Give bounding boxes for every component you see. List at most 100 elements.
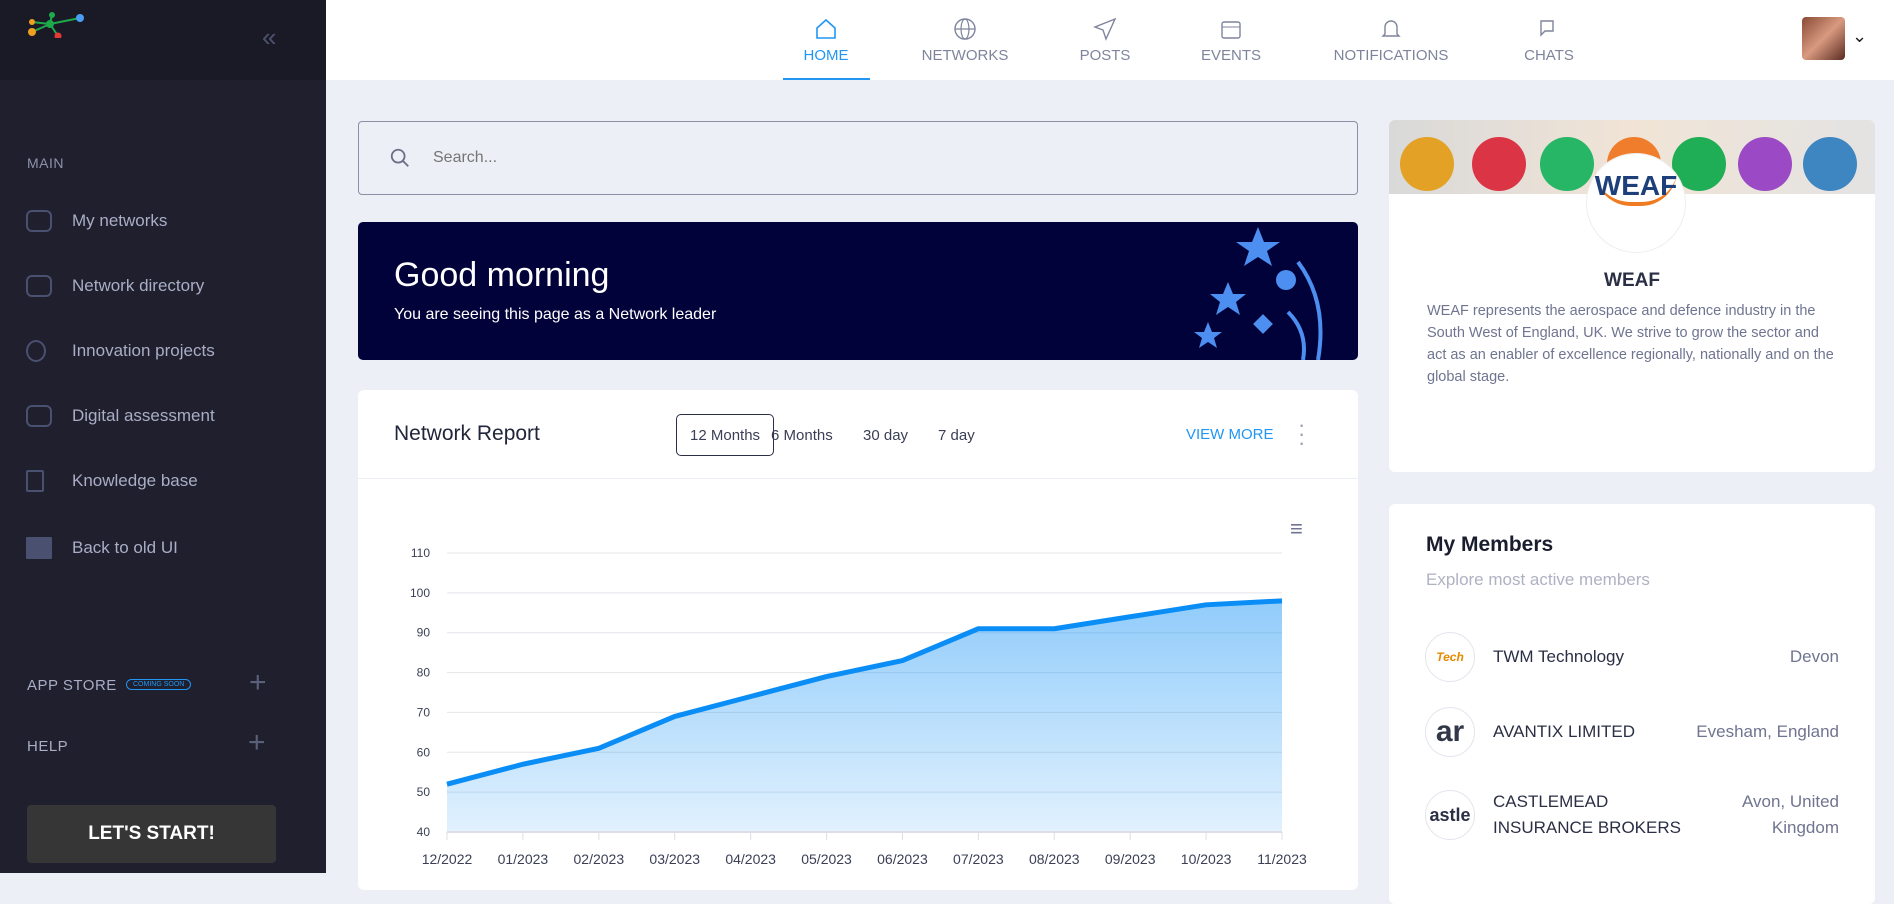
sidebar: « MAIN My networks Network directory Inn…: [0, 0, 326, 873]
nav-posts[interactable]: POSTS: [1035, 0, 1175, 80]
y-tick-label: 110: [411, 546, 430, 560]
logo-icon: [28, 12, 84, 38]
greeting-title: Good morning: [394, 256, 610, 294]
lets-start-button[interactable]: LET'S START!: [27, 805, 276, 863]
search-bar[interactable]: [358, 121, 1358, 195]
member-row[interactable]: Tech TWM Technology Devon: [1425, 632, 1839, 682]
stars-decoration-icon: [1194, 227, 1323, 360]
sidebar-item-knowledge-base[interactable]: Knowledge base: [26, 466, 306, 496]
member-row[interactable]: ar AVANTIX LIMITED Evesham, England: [1425, 707, 1839, 757]
active-tab-indicator: [783, 78, 870, 80]
nav-events[interactable]: EVENTS: [1161, 0, 1301, 80]
coming-soon-badge: COMING SOON: [126, 679, 192, 690]
greeting-subtitle: You are seeing this page as a Network le…: [394, 306, 717, 323]
x-tick-label: 01/2023: [498, 851, 549, 867]
logo-text: WEAF: [1594, 170, 1678, 206]
greeting-banner: Good morning You are seeing this page as…: [358, 222, 1358, 360]
member-logo: astle: [1425, 790, 1475, 840]
organization-name: WEAF: [1604, 270, 1660, 291]
avatar[interactable]: [1802, 17, 1845, 60]
search-icon: [390, 148, 409, 167]
calendar-icon: [1221, 20, 1241, 39]
x-tick-label: 08/2023: [1029, 851, 1080, 867]
collapse-sidebar-icon[interactable]: «: [262, 22, 276, 53]
nav-chats[interactable]: CHATS: [1479, 0, 1619, 80]
members-subtitle: Explore most active members: [1426, 570, 1650, 589]
y-tick-label: 50: [417, 785, 431, 799]
member-name: AVANTIX LIMITED: [1493, 722, 1636, 741]
member-location: Devon: [1789, 647, 1839, 666]
help-label: HELP: [27, 738, 69, 755]
directory-icon: [26, 275, 52, 297]
y-tick-label: 80: [417, 666, 431, 680]
nav-label: CHATS: [1524, 46, 1574, 64]
organization-card: WEAF WEAF WEAF represents the aerospace …: [1389, 120, 1875, 472]
x-tick-label: 06/2023: [877, 851, 928, 867]
x-tick-label: 07/2023: [953, 851, 1004, 867]
nav-label: HOME: [803, 46, 849, 64]
chat-icon: [1540, 19, 1554, 37]
x-tick-label: 03/2023: [649, 851, 700, 867]
x-tick-label: 02/2023: [574, 851, 625, 867]
nav-label: NOTIFICATIONS: [1333, 46, 1449, 64]
layout-icon: [26, 537, 52, 559]
sidebar-item-network-directory[interactable]: Network directory: [26, 271, 306, 301]
x-tick-label: 09/2023: [1105, 851, 1156, 867]
globe-icon: [954, 17, 976, 40]
organization-description: WEAF represents the aerospace and defenc…: [1427, 303, 1834, 385]
book-icon: [26, 470, 44, 492]
x-tick-label: 10/2023: [1181, 851, 1232, 867]
sidebar-item-innovation-projects[interactable]: Innovation projects: [26, 336, 306, 366]
sidebar-item-label: Back to old UI: [72, 538, 178, 557]
organization-logo: WEAF: [1586, 153, 1686, 253]
bell-icon: [1381, 19, 1401, 37]
y-tick-label: 60: [417, 745, 431, 759]
expand-help-icon[interactable]: +: [248, 726, 266, 760]
y-tick-label: 90: [417, 626, 431, 640]
sidebar-header: «: [0, 0, 326, 80]
nav-label: EVENTS: [1200, 46, 1261, 64]
expand-app-store-icon[interactable]: +: [249, 666, 267, 700]
sidebar-item-label: My networks: [72, 211, 168, 230]
sidebar-item-digital-assessment[interactable]: Digital assessment: [26, 401, 306, 431]
y-tick-label: 70: [417, 705, 431, 719]
network-report-card: Network Report 12 Months 6 Months 30 day…: [358, 390, 1358, 890]
members-card: My Members Explore most active members T…: [1389, 504, 1875, 904]
x-tick-label: 11/2023: [1257, 851, 1307, 867]
monitor-icon: [26, 405, 52, 427]
nav-networks[interactable]: NETWORKS: [895, 0, 1035, 80]
sidebar-item-label: Knowledge base: [72, 471, 198, 490]
x-tick-label: 12/2022: [422, 851, 473, 867]
member-location: Evesham, England: [1696, 722, 1839, 741]
send-icon: [1093, 17, 1117, 41]
network-report-chart: 40 50 60 70 80 90 100 110 12/2022 01/2023 02/2023 0…: [410, 546, 1307, 867]
nav-label: NETWORKS: [921, 46, 1009, 64]
search-input[interactable]: [433, 149, 1233, 167]
sidebar-item-my-networks[interactable]: My networks: [26, 206, 306, 236]
y-tick-label: 100: [410, 586, 430, 600]
y-tick-label: 40: [417, 825, 431, 839]
x-tick-label: 05/2023: [801, 851, 852, 867]
area-fill: [447, 600, 1282, 832]
nav-notifications[interactable]: NOTIFICATIONS: [1321, 0, 1461, 80]
section-label: MAIN: [27, 155, 64, 171]
nav-label: POSTS: [1079, 46, 1131, 64]
x-tick-label: 04/2023: [725, 851, 776, 867]
sidebar-item-label: Innovation projects: [72, 341, 215, 360]
lightbulb-icon: [26, 340, 46, 362]
users-icon: [26, 210, 52, 232]
app-store-label: APP STORE: [27, 677, 117, 694]
chevron-down-icon[interactable]: ⌄: [1852, 26, 1867, 47]
member-logo: ar: [1425, 707, 1475, 757]
member-logo: Tech: [1425, 632, 1475, 682]
members-title: My Members: [1426, 533, 1554, 556]
sidebar-item-label: Network directory: [72, 276, 205, 295]
member-name: CASTLEMEAD INSURANCE BROKERS: [1493, 792, 1681, 837]
member-row[interactable]: astle CASTLEMEAD INSURANCE BROKERS Avon, U…: [1425, 789, 1839, 841]
member-location: Avon, United Kingdom: [1741, 792, 1839, 837]
sidebar-item-back-to-old-ui[interactable]: Back to old UI: [26, 533, 306, 563]
nav-home[interactable]: HOME: [756, 0, 896, 80]
sidebar-item-label: Digital assessment: [72, 406, 215, 425]
member-name: TWM Technology: [1493, 647, 1625, 666]
home-icon: [816, 18, 836, 39]
